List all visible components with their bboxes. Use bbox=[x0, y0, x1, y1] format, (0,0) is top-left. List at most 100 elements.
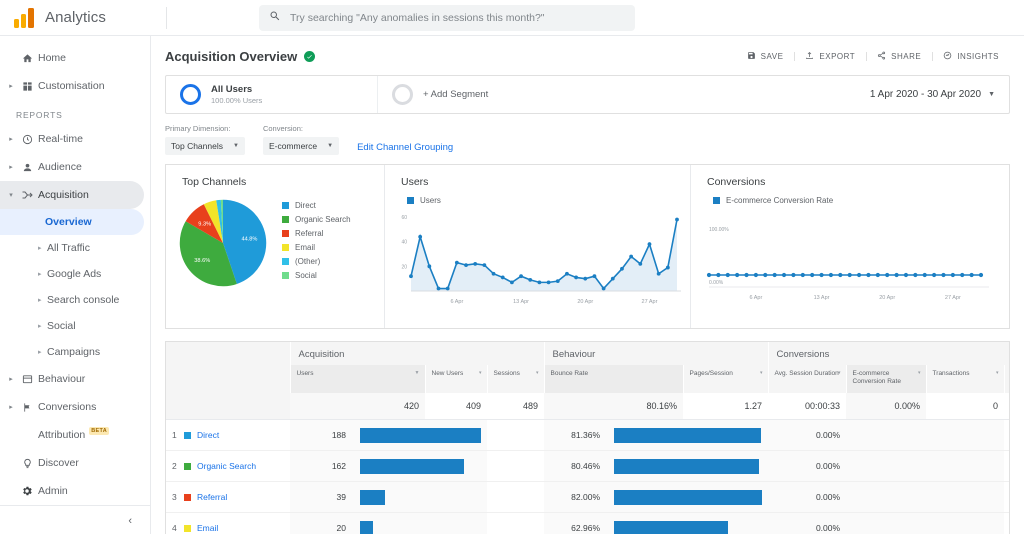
row-channel-link[interactable]: Referral bbox=[197, 492, 227, 502]
users-data-point[interactable] bbox=[555, 279, 560, 284]
sidebar-collapse-button[interactable]: ‹ bbox=[0, 505, 150, 534]
conversion-data-point[interactable] bbox=[838, 272, 843, 278]
col-transactions[interactable]: Transactions ▾ bbox=[926, 365, 1005, 394]
row-channel-link[interactable]: Organic Search bbox=[197, 461, 256, 471]
col-new-users[interactable]: New Users ▾ bbox=[425, 365, 488, 394]
search-box[interactable] bbox=[259, 4, 635, 31]
users-data-point[interactable] bbox=[592, 274, 597, 279]
table-row[interactable]: 1 Direct 188 81.36% 0.00% bbox=[166, 419, 1009, 452]
users-data-point[interactable] bbox=[629, 254, 634, 259]
conversion-data-point[interactable] bbox=[969, 272, 974, 278]
conversion-data-point[interactable] bbox=[744, 272, 749, 278]
conversion-data-point[interactable] bbox=[800, 272, 805, 278]
users-data-point[interactable] bbox=[638, 261, 643, 266]
sidebar-item-discover[interactable]: Discover bbox=[0, 449, 150, 477]
users-data-point[interactable] bbox=[546, 280, 551, 285]
sidebar-item-conversions[interactable]: ▸ Conversions bbox=[0, 393, 150, 421]
conversion-data-point[interactable] bbox=[978, 272, 984, 278]
row-channel-link[interactable]: Email bbox=[197, 523, 218, 533]
sidebar-item-home[interactable]: Home bbox=[0, 44, 150, 72]
conversion-data-point[interactable] bbox=[847, 272, 852, 278]
users-data-point[interactable] bbox=[574, 275, 579, 280]
users-data-point[interactable] bbox=[445, 286, 450, 291]
sidebar-item-search-console[interactable]: ▸ Search console bbox=[0, 287, 150, 313]
conversion-data-point[interactable] bbox=[781, 272, 787, 278]
users-data-point[interactable] bbox=[454, 260, 459, 265]
col-pages-session[interactable]: Pages/Session ▾ bbox=[683, 365, 769, 394]
table-row[interactable]: 4 Email 20 62.96% 0.00% bbox=[166, 512, 1009, 534]
conversion-data-point[interactable] bbox=[810, 272, 815, 278]
users-data-point[interactable] bbox=[436, 286, 441, 291]
search-input[interactable] bbox=[290, 11, 625, 24]
sidebar-item-acquisition[interactable]: ▾ Acquisition bbox=[0, 181, 144, 209]
sidebar-item-google-ads[interactable]: ▸ Google Ads bbox=[0, 261, 150, 287]
brand[interactable]: Analytics bbox=[0, 7, 151, 28]
users-data-point[interactable] bbox=[537, 280, 542, 285]
sidebar-item-attribution[interactable]: Attribution BETA bbox=[0, 421, 150, 449]
users-data-point[interactable] bbox=[583, 276, 588, 281]
col-avg-duration[interactable]: Avg. Session Duration ▾ bbox=[768, 365, 847, 394]
conversion-data-point[interactable] bbox=[875, 272, 880, 278]
sidebar-item-overview[interactable]: Overview bbox=[0, 209, 144, 235]
top-channels-pie-chart[interactable]: 44.8% 38.6% 9.3% bbox=[176, 196, 270, 290]
conversion-data-point[interactable] bbox=[885, 272, 890, 278]
users-data-point[interactable] bbox=[565, 271, 569, 276]
users-data-point[interactable] bbox=[656, 271, 661, 276]
segment-all-users[interactable]: All Users 100.00% Users bbox=[166, 76, 378, 114]
users-data-point[interactable] bbox=[482, 263, 487, 268]
users-data-point[interactable] bbox=[610, 276, 615, 281]
row-channel-link[interactable]: Direct bbox=[197, 430, 219, 440]
insights-button[interactable]: INSIGHTS bbox=[932, 51, 1010, 62]
add-segment-button[interactable]: + Add Segment bbox=[378, 76, 590, 113]
conversion-data-point[interactable] bbox=[819, 272, 824, 278]
conversion-data-point[interactable] bbox=[772, 272, 777, 278]
table-row[interactable]: 2 Organic Search 162 80.46% 0.00% bbox=[166, 450, 1009, 483]
users-data-point[interactable] bbox=[647, 242, 652, 247]
sidebar-item-customisation[interactable]: ▸ Customisation bbox=[0, 72, 150, 100]
conversion-data-point[interactable] bbox=[856, 272, 862, 278]
export-button[interactable]: EXPORT bbox=[794, 51, 866, 62]
users-data-point[interactable] bbox=[464, 263, 468, 268]
users-data-point[interactable] bbox=[665, 265, 670, 270]
users-data-point[interactable] bbox=[418, 234, 423, 239]
conversion-data-point[interactable] bbox=[960, 272, 965, 278]
users-data-point[interactable] bbox=[473, 261, 478, 266]
col-revenue[interactable]: Revenue▾ bbox=[1004, 365, 1009, 394]
conversion-data-point[interactable] bbox=[753, 272, 758, 278]
users-data-point[interactable] bbox=[491, 271, 496, 276]
date-range-picker[interactable]: 1 Apr 2020 - 30 Apr 2020 ▼ bbox=[870, 89, 995, 100]
sidebar-item-behaviour[interactable]: ▸ Behaviour bbox=[0, 365, 150, 393]
share-button[interactable]: SHARE bbox=[866, 51, 932, 62]
table-row[interactable]: 3 Referral 39 82.00% 0.00% bbox=[166, 481, 1009, 514]
users-data-point[interactable] bbox=[409, 274, 413, 279]
conversion-data-point[interactable] bbox=[932, 272, 937, 278]
users-data-point[interactable] bbox=[675, 217, 679, 222]
sidebar-item-social[interactable]: ▸ Social bbox=[0, 313, 150, 339]
users-data-point[interactable] bbox=[519, 274, 523, 279]
conversion-data-point[interactable] bbox=[950, 272, 955, 278]
primary-dimension-select[interactable]: Top Channels ▼ bbox=[165, 137, 245, 156]
sidebar-item-audience[interactable]: ▸ Audience bbox=[0, 153, 150, 181]
conversion-data-point[interactable] bbox=[706, 272, 712, 278]
users-data-point[interactable] bbox=[528, 278, 533, 282]
col-users[interactable]: Users ▼ bbox=[290, 365, 426, 394]
conversion-data-point[interactable] bbox=[941, 272, 946, 278]
conversion-data-point[interactable] bbox=[903, 272, 909, 278]
users-data-point[interactable] bbox=[601, 286, 606, 291]
col-sessions[interactable]: Sessions ▾ bbox=[487, 365, 545, 394]
col-bounce-rate[interactable]: Bounce Rate bbox=[544, 365, 684, 394]
users-data-point[interactable] bbox=[500, 275, 505, 280]
conversions-line-chart[interactable]: 100.00% 0.00% 6 Apr 13 Apr 20 Apr 27 Apr bbox=[691, 209, 1001, 317]
conversion-data-point[interactable] bbox=[913, 272, 918, 278]
conversion-data-point[interactable] bbox=[828, 272, 834, 278]
sidebar-item-admin[interactable]: Admin bbox=[0, 477, 150, 505]
conversion-data-point[interactable] bbox=[763, 272, 768, 278]
sidebar-item-all-traffic[interactable]: ▸ All Traffic bbox=[0, 235, 150, 261]
conversion-data-point[interactable] bbox=[735, 272, 740, 278]
sidebar-item-real-time[interactable]: ▸ Real-time bbox=[0, 125, 150, 153]
users-data-point[interactable] bbox=[620, 266, 624, 271]
conversion-data-point[interactable] bbox=[791, 272, 796, 278]
col-ecom-rate[interactable]: E-commerce Conversion Rate ▾ bbox=[846, 365, 927, 394]
users-data-point[interactable] bbox=[509, 280, 514, 285]
save-button[interactable]: SAVE bbox=[736, 51, 795, 62]
